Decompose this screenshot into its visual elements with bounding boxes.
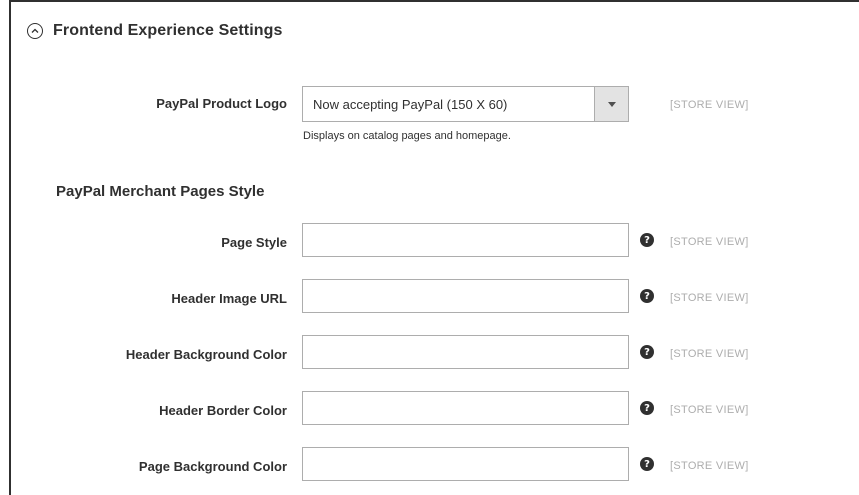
question-circle-icon[interactable]: ? xyxy=(640,289,654,303)
header-image-url-scope: [STORE VIEW] xyxy=(670,292,749,304)
header-background-color-input[interactable] xyxy=(302,335,629,369)
header-border-color-label: Header Border Color xyxy=(159,403,287,418)
section-header-toggle[interactable]: Frontend Experience Settings xyxy=(27,22,283,40)
chevron-up-circle-icon xyxy=(27,23,43,39)
product-logo-note: Displays on catalog pages and homepage. xyxy=(303,130,511,142)
merchant-pages-heading: PayPal Merchant Pages Style xyxy=(56,183,265,200)
header-border-color-scope: [STORE VIEW] xyxy=(670,404,749,416)
product-logo-scope: [STORE VIEW] xyxy=(670,99,749,111)
question-circle-icon[interactable]: ? xyxy=(640,457,654,471)
page-background-color-input[interactable] xyxy=(302,447,629,481)
dropdown-button[interactable] xyxy=(594,87,628,121)
page-background-color-label: Page Background Color xyxy=(138,459,287,474)
page-style-label: Page Style xyxy=(221,235,287,250)
product-logo-label: PayPal Product Logo xyxy=(156,96,287,111)
header-image-url-input[interactable] xyxy=(302,279,629,313)
question-circle-icon[interactable]: ? xyxy=(640,233,654,247)
product-logo-select[interactable]: Now accepting PayPal (150 X 60) xyxy=(302,86,629,122)
page-style-input[interactable] xyxy=(302,223,629,257)
header-background-color-label: Header Background Color xyxy=(125,347,287,362)
triangle-down-icon xyxy=(607,101,616,107)
product-logo-selected-value: Now accepting PayPal (150 X 60) xyxy=(313,96,508,112)
header-border-color-input[interactable] xyxy=(302,391,629,425)
page-background-color-scope: [STORE VIEW] xyxy=(670,460,749,472)
panel-left-border xyxy=(9,0,11,495)
header-background-color-scope: [STORE VIEW] xyxy=(670,348,749,360)
section-title: Frontend Experience Settings xyxy=(53,22,283,39)
page-style-scope: [STORE VIEW] xyxy=(670,236,749,248)
question-circle-icon[interactable]: ? xyxy=(640,401,654,415)
header-image-url-label: Header Image URL xyxy=(171,291,287,306)
question-circle-icon[interactable]: ? xyxy=(640,345,654,359)
panel-top-border xyxy=(9,0,859,2)
